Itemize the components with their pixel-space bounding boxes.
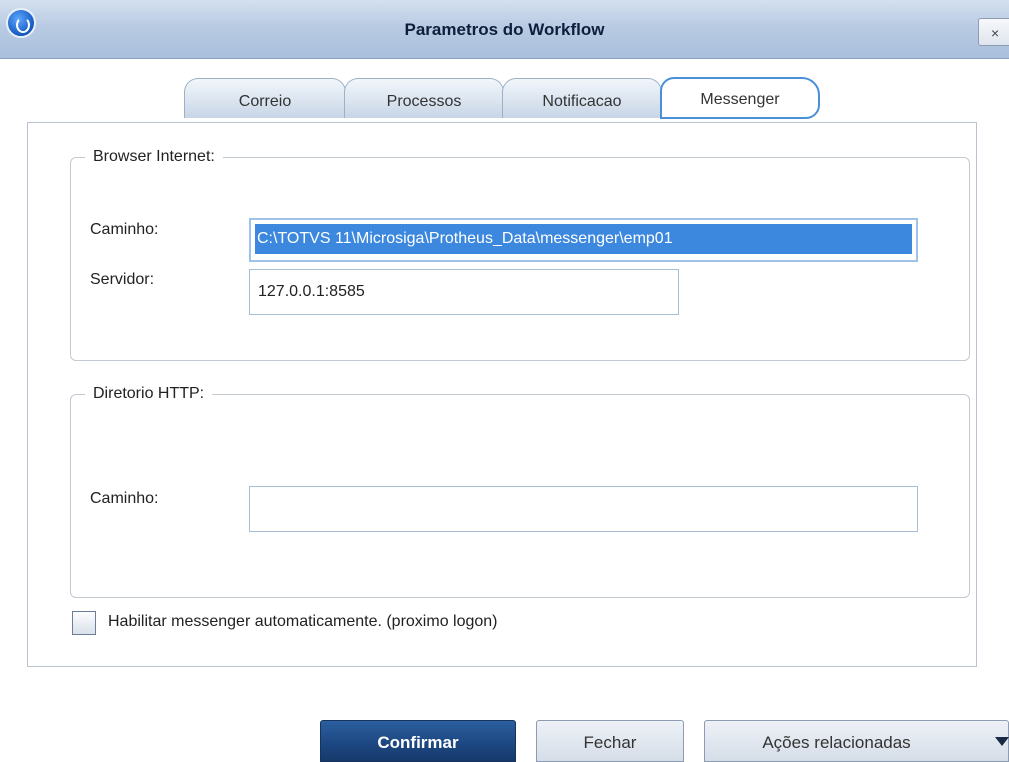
- tab-processos[interactable]: Processos: [344, 78, 504, 118]
- auto-enable-checkbox[interactable]: [72, 611, 96, 635]
- window-title: Parametros do Workflow: [404, 20, 605, 39]
- tab-correio[interactable]: Correio: [184, 78, 346, 118]
- title-bar: Parametros do Workflow ×: [0, 0, 1009, 59]
- server-field[interactable]: [249, 269, 679, 315]
- browser-path-label: Caminho:: [90, 221, 159, 238]
- tab-messenger[interactable]: Messenger: [660, 77, 820, 119]
- server-label: Servidor:: [90, 271, 155, 288]
- auto-enable-label[interactable]: Habilitar messenger automaticamente. (pr…: [108, 613, 498, 631]
- http-directory-legend: Diretorio HTTP:: [93, 385, 205, 402]
- tab-notificacao[interactable]: Notificacao: [502, 78, 662, 118]
- related-actions-button[interactable]: Ações relacionadas: [704, 720, 1009, 762]
- http-path-label: Caminho:: [90, 490, 159, 507]
- confirm-button[interactable]: Confirmar: [320, 720, 516, 762]
- close-dialog-button[interactable]: Fechar: [536, 720, 684, 762]
- close-button[interactable]: ×: [978, 18, 1009, 46]
- browser-internet-legend: Browser Internet:: [93, 148, 215, 165]
- browser-path-field[interactable]: C:\TOTVS 11\Microsiga\Protheus_Data\mess…: [249, 218, 918, 262]
- browser-path-value: C:\TOTVS 11\Microsiga\Protheus_Data\mess…: [255, 224, 912, 254]
- http-path-field[interactable]: [249, 486, 918, 532]
- chevron-down-icon[interactable]: [995, 737, 1009, 746]
